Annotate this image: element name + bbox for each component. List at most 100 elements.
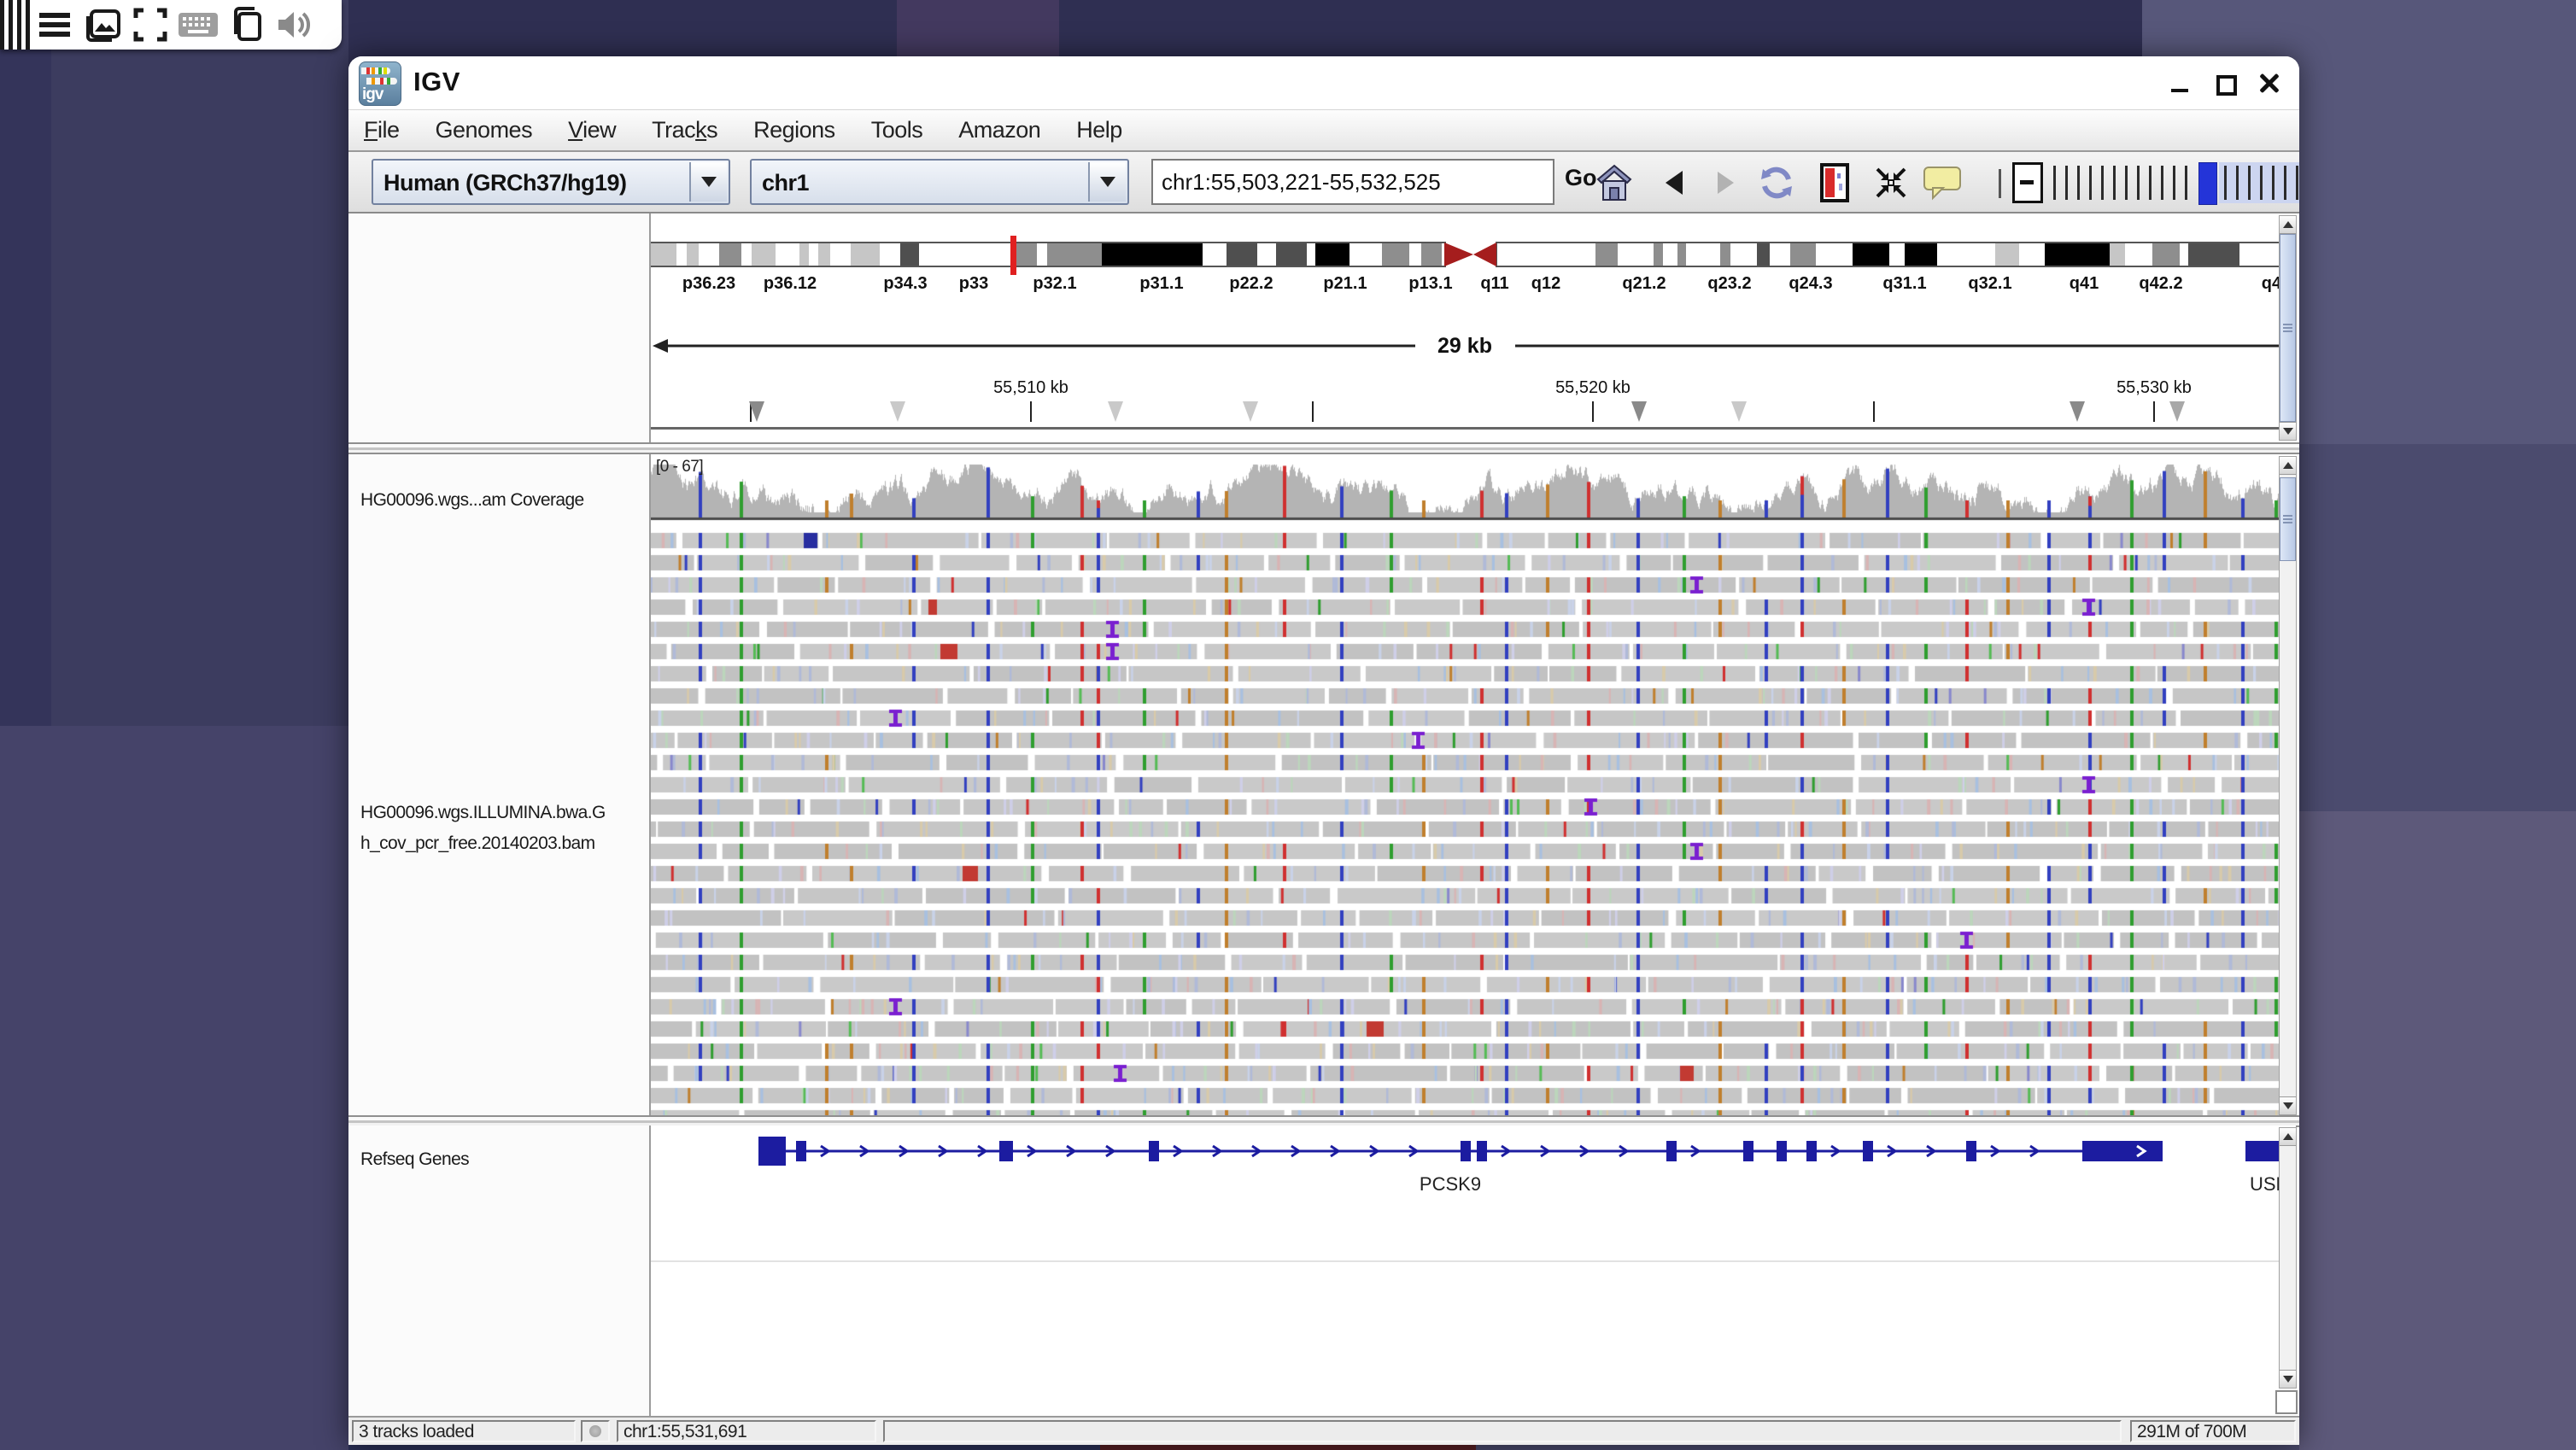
chromosome-band	[1677, 243, 1686, 266]
scrollbar-corner	[2275, 1390, 2298, 1414]
chromosome-band	[799, 243, 809, 266]
zoom-slider-thumb[interactable]	[2198, 162, 2217, 205]
chromosome-band-label: p13.1	[1408, 274, 1452, 293]
ideogram-scrollbar[interactable]	[2279, 215, 2297, 441]
scroll-up-icon[interactable]	[2280, 457, 2296, 475]
menu-item-help[interactable]: Help	[1076, 117, 1122, 143]
chromosome-band	[1276, 243, 1307, 266]
keyboard-icon[interactable]	[174, 6, 222, 44]
gene-exon	[796, 1141, 806, 1161]
alignment-canvas[interactable]	[651, 454, 2296, 1115]
zoom-slider-ticks[interactable]	[2053, 166, 2197, 200]
scroll-up-icon[interactable]	[2280, 216, 2296, 234]
chromosome-band	[1382, 243, 1409, 266]
alignment-scrollbar[interactable]	[2279, 456, 2297, 1115]
title-bar[interactable]: igv IGV	[348, 56, 2299, 109]
scrollbar-thumb[interactable]	[2280, 477, 2296, 561]
chromosome-select[interactable]: chr1	[750, 159, 1129, 205]
menu-item-file[interactable]: File	[364, 117, 400, 143]
gene-track[interactable]: PCSK9USP24	[651, 1126, 2296, 1416]
scroll-up-icon[interactable]	[2280, 1128, 2296, 1146]
chromosome-band	[900, 243, 919, 266]
current-region-marker	[1010, 236, 1016, 275]
zoom-slider-ticks-active[interactable]	[2219, 162, 2299, 203]
chromosome-band	[1720, 243, 1730, 266]
clipboard-icon[interactable]	[222, 6, 270, 44]
home-icon[interactable]	[1594, 164, 1635, 202]
coverage-track-label[interactable]: HG00096.wgs...am Coverage	[360, 490, 584, 511]
screenshot-icon[interactable]	[79, 6, 126, 44]
chromosome-band	[818, 243, 830, 266]
gene-name-label: PCSK9	[1420, 1173, 1481, 1195]
chromosome-band-label: q32.1	[1968, 274, 2011, 293]
chromosome-band	[851, 243, 880, 266]
scroll-down-icon[interactable]	[2280, 422, 2296, 440]
centromere	[1444, 243, 1473, 266]
span-label: 29 kb	[1437, 334, 1492, 358]
genes-label-gutter: Refseq Genes	[348, 1126, 651, 1416]
ideogram-ruler-panel[interactable]: p36.23p36.12p34.3p33p32.1p31.1p22.2p21.1…	[651, 213, 2296, 442]
chromosome-band	[2188, 243, 2239, 266]
chromosome-band	[2152, 243, 2180, 266]
chromosome-band-label: q41	[2070, 274, 2099, 293]
chromosome-band-label: p33	[959, 274, 988, 293]
region-marker-icon	[1631, 401, 1647, 422]
chromosome-band-label: p31.1	[1139, 274, 1183, 293]
region-marker-icon	[2070, 401, 2085, 422]
chromosome-band-label: q12	[1531, 274, 1560, 293]
chromosome-band	[2045, 243, 2110, 266]
chromosome-band	[1790, 243, 1816, 266]
alignment-track-label-line1[interactable]: HG00096.wgs.ILLUMINA.bwa.G	[360, 803, 606, 823]
minimize-button[interactable]	[2169, 72, 2192, 94]
chromosome-ideogram[interactable]: p36.23p36.12p34.3p33p32.1p31.1p22.2p21.1…	[651, 213, 2296, 442]
fit-to-window-icon[interactable]	[1871, 164, 1912, 202]
back-icon[interactable]	[1654, 164, 1695, 202]
igv-window: igv IGV File Genomes View Tracks Regions Tool…	[348, 56, 2299, 1445]
arrow-left-icon	[653, 339, 668, 353]
refresh-icon[interactable]	[1756, 164, 1797, 202]
menu-item-regions[interactable]: Regions	[753, 117, 835, 143]
define-region-icon[interactable]	[1814, 164, 1855, 202]
scroll-down-icon[interactable]	[2280, 1096, 2296, 1114]
chromosome-band	[1013, 243, 1037, 266]
popup-text-icon[interactable]	[1922, 164, 1963, 202]
chromosome-select-arrow[interactable]	[1088, 162, 1126, 202]
close-button[interactable]	[2258, 72, 2280, 94]
alignment-track-label-line2[interactable]: h_cov_pcr_free.20140203.bam	[360, 833, 595, 854]
chevron-down-icon	[1100, 177, 1115, 187]
genome-select-arrow[interactable]	[689, 162, 727, 202]
menu-icon[interactable]	[31, 6, 79, 44]
alignment-panel[interactable]	[651, 454, 2296, 1115]
scroll-down-icon[interactable]	[2280, 1370, 2296, 1388]
gene-exon	[1966, 1141, 1976, 1161]
ruler-tick-label: 55,520 kb	[1555, 378, 1630, 397]
zoom-out-icon[interactable]	[2012, 162, 2043, 203]
genes-track-label[interactable]: Refseq Genes	[360, 1149, 469, 1170]
scrollbar-thumb[interactable]	[2280, 234, 2296, 422]
desktop-background	[897, 0, 1059, 60]
ruler-bottom-border	[651, 427, 2296, 430]
menu-item-view[interactable]: View	[568, 117, 616, 143]
genome-select[interactable]: Human (GRCh37/hg19)	[372, 159, 730, 205]
chromosome-band	[1995, 243, 2019, 266]
menu-item-genomes[interactable]: Genomes	[436, 117, 533, 143]
genes-panel[interactable]: PCSK9USP24	[651, 1126, 2296, 1416]
drag-handle-icon[interactable]	[0, 0, 31, 50]
menu-item-tracks[interactable]: Tracks	[652, 117, 717, 143]
chromosome-band-label: q21.2	[1622, 274, 1666, 293]
locus-input[interactable]	[1151, 159, 1554, 205]
forward-icon[interactable]	[1705, 164, 1746, 202]
genes-scrollbar[interactable]	[2279, 1127, 2297, 1389]
audio-icon[interactable]	[270, 6, 318, 44]
fullscreen-icon[interactable]	[126, 6, 174, 44]
maximize-button[interactable]	[2214, 72, 2236, 94]
chromosome-band-label: q24.3	[1789, 274, 1832, 293]
gene-exon	[1666, 1141, 1677, 1161]
menu-item-amazon[interactable]: Amazon	[958, 117, 1040, 143]
menu-item-tools[interactable]: Tools	[871, 117, 923, 143]
chromosome-band-label: p32.1	[1033, 274, 1076, 293]
chromosome-band	[2110, 243, 2125, 266]
panel-splitter[interactable]	[348, 442, 2299, 454]
gene-exon	[999, 1141, 1013, 1161]
chromosome-band	[687, 243, 699, 266]
